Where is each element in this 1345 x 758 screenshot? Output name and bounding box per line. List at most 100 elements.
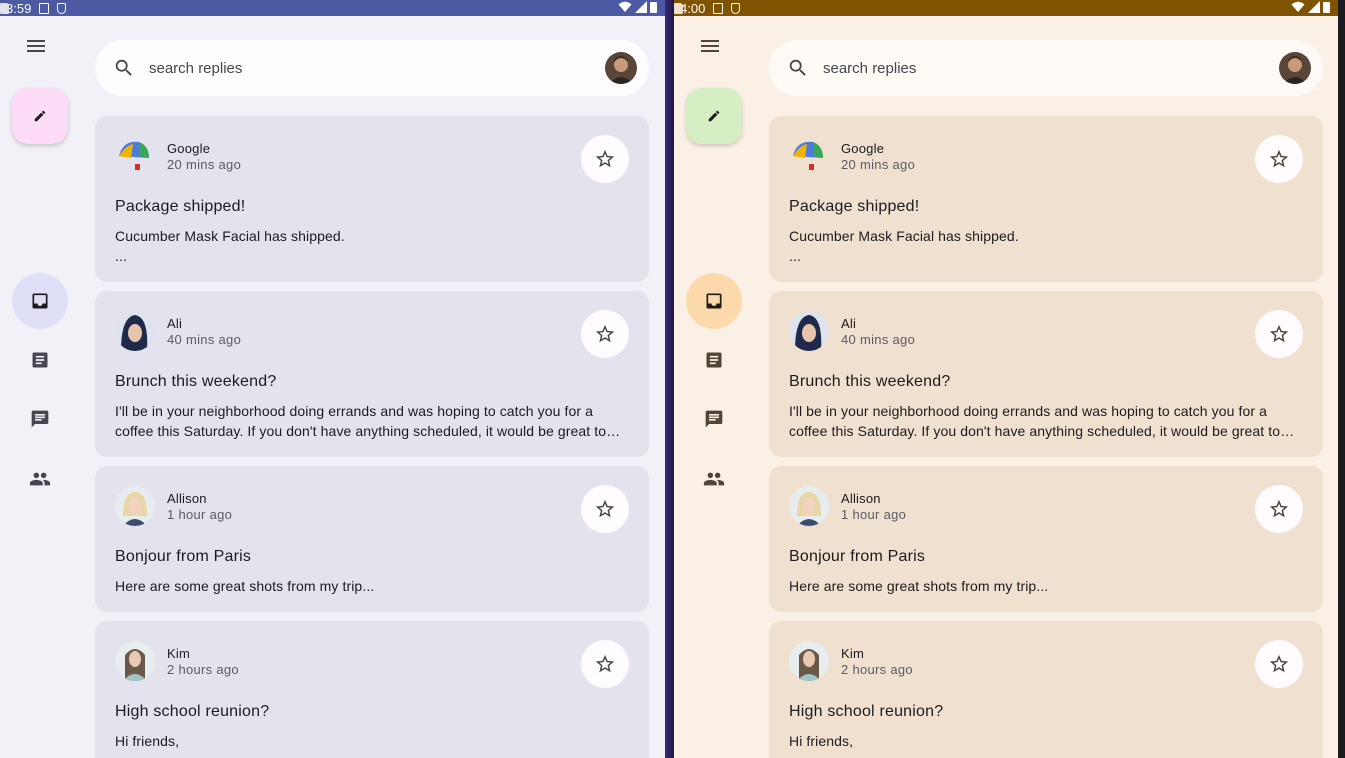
email-subject: Brunch this weekend? bbox=[789, 373, 951, 390]
star-icon bbox=[1269, 149, 1289, 168]
search-bar[interactable] bbox=[769, 40, 1323, 96]
nav-people[interactable] bbox=[12, 451, 68, 507]
left-app-pane: 3:59 search replies Google 20 mins ago P… bbox=[0, 0, 665, 758]
profile-avatar[interactable] bbox=[605, 52, 637, 84]
shield-icon bbox=[57, 2, 67, 14]
search-input[interactable] bbox=[823, 56, 1263, 80]
notification-icon bbox=[39, 2, 50, 14]
email-body: Here are some great shots from my trip..… bbox=[789, 578, 1049, 594]
email-sender: Kim bbox=[167, 646, 190, 661]
star-icon bbox=[1269, 499, 1289, 518]
email-sender: Allison bbox=[167, 491, 207, 506]
profile-avatar[interactable] bbox=[1279, 52, 1311, 84]
email-time: 20 mins ago bbox=[167, 157, 242, 172]
email-sender: Ali bbox=[167, 316, 183, 331]
email-sender: Allison bbox=[841, 491, 881, 506]
email-subject: Package shipped! bbox=[115, 198, 246, 215]
email-card[interactable]: Kim 2 hours ago High school reunion? Hi … bbox=[769, 621, 1323, 758]
star-button[interactable] bbox=[1255, 640, 1303, 688]
email-time: 2 hours ago bbox=[167, 662, 239, 677]
email-body-text: Cucumber Mask Facial has shipped. bbox=[115, 228, 345, 244]
star-icon bbox=[595, 499, 615, 518]
nav-people[interactable] bbox=[686, 451, 742, 507]
star-icon bbox=[595, 324, 615, 343]
edit-icon bbox=[34, 110, 46, 122]
screen-edge bbox=[1338, 0, 1345, 758]
nav-articles[interactable] bbox=[686, 332, 742, 388]
status-icons bbox=[1291, 1, 1330, 13]
email-body: I'll be in your neighborhood doing erran… bbox=[115, 403, 607, 439]
right-app-pane: 4:00 search replies Google 20 mins ago P… bbox=[674, 0, 1338, 758]
chat-icon bbox=[705, 410, 723, 428]
star-button[interactable] bbox=[581, 640, 629, 688]
search-input[interactable] bbox=[149, 56, 589, 80]
menu-icon[interactable] bbox=[701, 40, 725, 56]
signal-icon bbox=[1308, 1, 1320, 13]
search-icon bbox=[115, 59, 132, 76]
email-sender: Ali bbox=[841, 316, 857, 331]
email-body: Hi friends, bbox=[789, 733, 854, 749]
search-bar[interactable] bbox=[95, 40, 649, 96]
email-body-more: ... bbox=[789, 248, 801, 264]
nav-chat[interactable] bbox=[686, 391, 742, 447]
battery-icon bbox=[1323, 2, 1330, 13]
email-body: Cucumber Mask Facial has shipped. ... bbox=[115, 226, 629, 266]
email-subject: Bonjour from Paris bbox=[789, 548, 926, 565]
edit-icon bbox=[708, 110, 720, 122]
people-icon bbox=[29, 472, 51, 486]
email-body: I'll be in your neighborhood doing erran… bbox=[789, 403, 1281, 439]
email-card[interactable]: Kim 2 hours ago High school reunion? Hi … bbox=[95, 621, 649, 758]
navigation-rail bbox=[0, 16, 80, 758]
email-card[interactable]: Allison 1 hour ago Bonjour from Paris He… bbox=[95, 466, 649, 612]
email-subject: High school reunion? bbox=[115, 703, 270, 720]
avatar bbox=[789, 641, 829, 681]
nav-chat[interactable] bbox=[12, 391, 68, 447]
search-icon bbox=[789, 59, 806, 76]
email-body: Hi friends, bbox=[115, 733, 180, 749]
star-icon bbox=[1269, 324, 1289, 343]
email-card[interactable]: Google 20 mins ago Package shipped! Cucu… bbox=[95, 116, 649, 282]
star-button[interactable] bbox=[1255, 310, 1303, 358]
star-button[interactable] bbox=[1255, 135, 1303, 183]
email-card[interactable]: Ali 40 mins ago Brunch this weekend? I'l… bbox=[769, 291, 1323, 457]
inbox-icon bbox=[32, 293, 48, 309]
wifi-icon bbox=[618, 1, 632, 12]
avatar bbox=[789, 136, 829, 176]
status-icons bbox=[618, 1, 657, 13]
email-card[interactable]: Allison 1 hour ago Bonjour from Paris He… bbox=[769, 466, 1323, 612]
star-icon bbox=[595, 654, 615, 673]
email-subject: Bonjour from Paris bbox=[115, 548, 252, 565]
notification-icon bbox=[713, 2, 724, 14]
signal-icon bbox=[635, 1, 647, 13]
nav-inbox[interactable] bbox=[686, 273, 742, 329]
email-subject: High school reunion? bbox=[789, 703, 944, 720]
people-icon bbox=[703, 472, 725, 486]
avatar bbox=[115, 486, 155, 526]
inbox-icon bbox=[706, 293, 722, 309]
compose-button[interactable] bbox=[12, 88, 68, 144]
star-button[interactable] bbox=[581, 135, 629, 183]
compose-button[interactable] bbox=[686, 88, 742, 144]
status-time: 4:00 bbox=[680, 0, 706, 16]
nav-articles[interactable] bbox=[12, 332, 68, 388]
email-card[interactable]: Ali 40 mins ago Brunch this weekend? I'l… bbox=[95, 291, 649, 457]
email-time: 40 mins ago bbox=[167, 332, 242, 347]
email-card[interactable]: Google 20 mins ago Package shipped! Cucu… bbox=[769, 116, 1323, 282]
email-time: 1 hour ago bbox=[167, 507, 233, 522]
star-button[interactable] bbox=[581, 485, 629, 533]
avatar bbox=[115, 136, 155, 176]
email-subject: Package shipped! bbox=[789, 198, 920, 215]
email-body: Here are some great shots from my trip..… bbox=[115, 578, 375, 594]
wifi-icon bbox=[1291, 1, 1305, 12]
email-body-text: Cucumber Mask Facial has shipped. bbox=[789, 228, 1019, 244]
article-icon bbox=[32, 352, 48, 368]
star-icon bbox=[595, 149, 615, 168]
sd-card-icon bbox=[674, 2, 683, 14]
menu-icon[interactable] bbox=[27, 40, 51, 56]
avatar bbox=[789, 486, 829, 526]
pane-divider[interactable] bbox=[665, 0, 674, 758]
star-button[interactable] bbox=[581, 310, 629, 358]
star-button[interactable] bbox=[1255, 485, 1303, 533]
email-time: 2 hours ago bbox=[841, 662, 913, 677]
nav-inbox[interactable] bbox=[12, 273, 68, 329]
